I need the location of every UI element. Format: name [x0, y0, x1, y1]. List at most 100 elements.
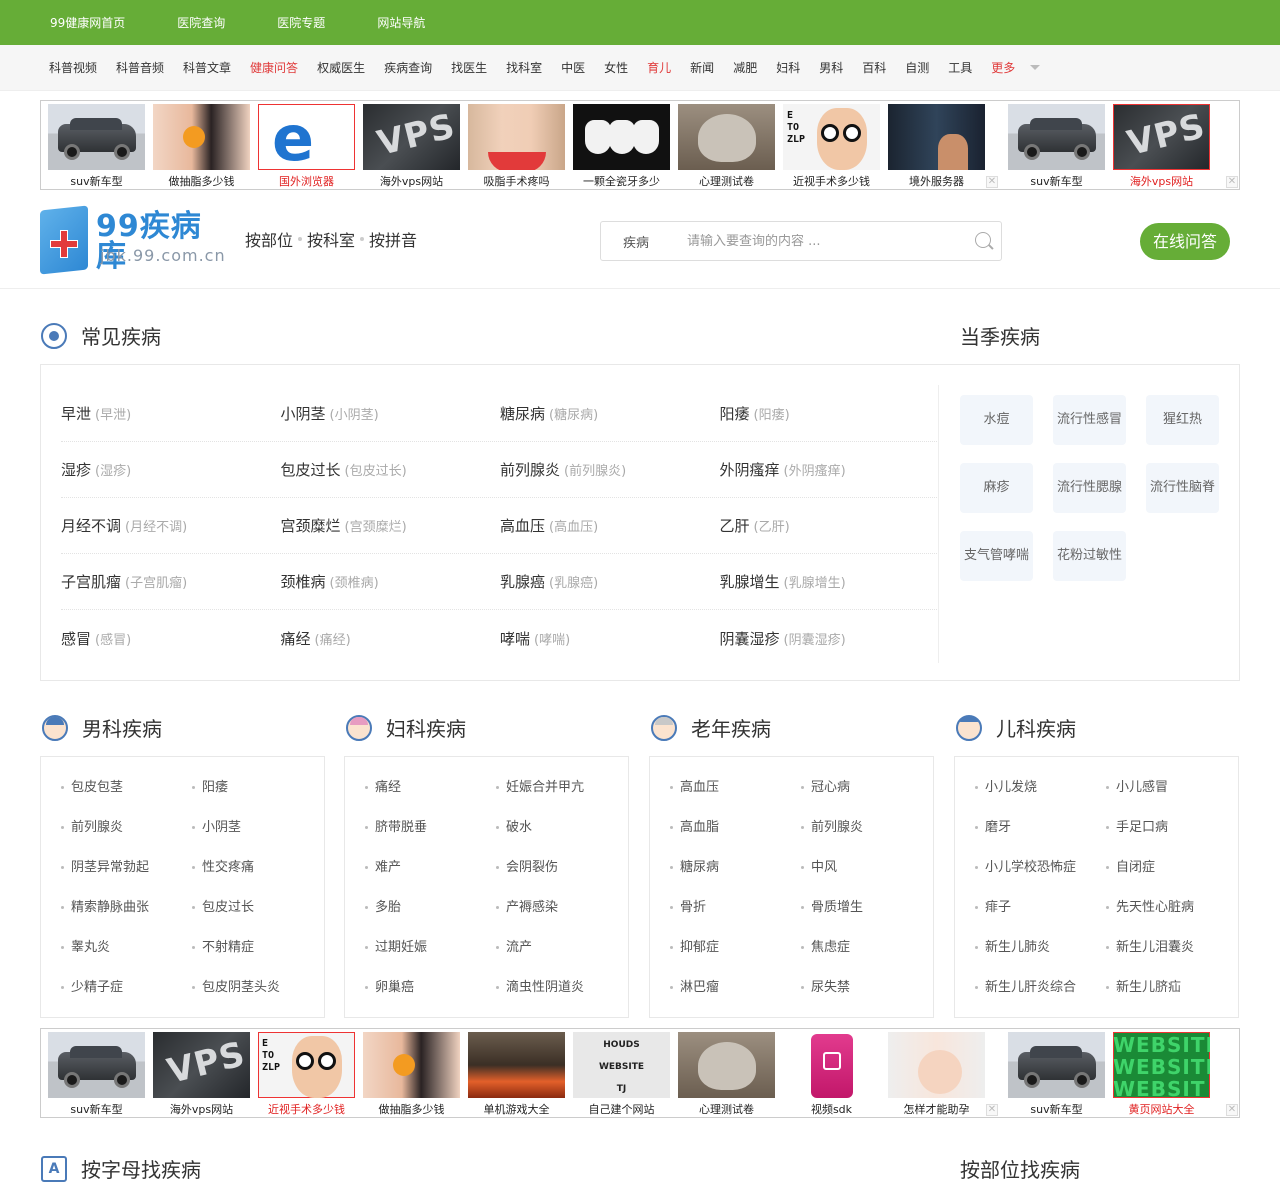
ad-close-icon[interactable]: ✕ — [986, 1104, 998, 1116]
ad-caption[interactable]: 近视手术多少钱 — [793, 173, 870, 189]
ad-caption[interactable]: 海外vps网站 — [170, 1101, 233, 1117]
disease-link[interactable]: 乙肝 (乙肝) — [720, 515, 940, 536]
online-ask-button[interactable]: 在线问答 — [1140, 223, 1230, 260]
disease-link[interactable]: 新生儿肺炎 — [975, 928, 1106, 968]
nav-link[interactable]: 疾病查询 — [384, 59, 432, 76]
ad-item[interactable]: suv新车型 — [44, 101, 149, 189]
ad-caption[interactable]: 一颗全瓷牙多少 — [583, 173, 660, 189]
ad-item[interactable]: VPS 海外vps网站 — [1109, 101, 1214, 189]
disease-link[interactable]: 手足口病 — [1106, 808, 1237, 848]
disease-link[interactable]: 包皮包茎 — [61, 768, 192, 808]
search-input[interactable] — [671, 233, 965, 249]
nav-link[interactable]: 中医 — [561, 59, 585, 76]
disease-link[interactable]: 骨质增生 — [801, 888, 932, 928]
disease-link[interactable]: 小儿学校恐怖症 — [975, 848, 1106, 888]
disease-link[interactable]: 多胎 — [365, 888, 496, 928]
disease-link[interactable]: 过期妊娠 — [365, 928, 496, 968]
ad-item[interactable]: 一颗全瓷牙多少 — [569, 101, 674, 189]
disease-link[interactable]: 包皮阴茎头炎 — [192, 968, 323, 1008]
disease-link[interactable]: 哮喘 (哮喘) — [500, 628, 720, 649]
nav-link[interactable]: 更多 — [991, 59, 1015, 76]
ad-caption[interactable]: 吸脂手术疼吗 — [484, 173, 550, 189]
seasonal-disease-chip[interactable]: 支气管哮喘 — [960, 531, 1033, 581]
disease-link[interactable]: 阴囊湿疹 (阴囊湿疹) — [720, 628, 940, 649]
ad-caption[interactable]: 做抽脂多少钱 — [379, 1101, 445, 1117]
nav-link[interactable]: 科普视频 — [49, 59, 97, 76]
disease-link[interactable]: 包皮过长 (包皮过长) — [281, 459, 501, 480]
browse-by-pinyin[interactable]: 按拼音 — [369, 227, 417, 251]
disease-link[interactable]: 乳腺癌 (乳腺癌) — [500, 571, 720, 592]
search-type-select[interactable]: 疾病 — [601, 232, 671, 251]
ad-close-icon[interactable]: ✕ — [1226, 176, 1238, 188]
disease-link[interactable]: 先天性心脏病 — [1106, 888, 1237, 928]
chevron-down-icon[interactable] — [1030, 65, 1041, 70]
disease-link[interactable]: 前列腺炎 — [61, 808, 192, 848]
nav-link[interactable]: 健康问答 — [250, 59, 298, 76]
ad-caption[interactable]: 心理测试卷 — [699, 1101, 754, 1117]
disease-link[interactable]: 感冒 (感冒) — [61, 628, 281, 649]
nav-link[interactable]: 自测 — [905, 59, 929, 76]
disease-link[interactable]: 脐带脱垂 — [365, 808, 496, 848]
disease-link[interactable]: 宫颈糜烂 (宫颈糜烂) — [281, 515, 501, 536]
ad-item[interactable]: VPS 海外vps网站 — [359, 101, 464, 189]
disease-link[interactable]: 痱子 — [975, 888, 1106, 928]
disease-link[interactable]: 小阴茎 — [192, 808, 323, 848]
nav-link[interactable]: 科普文章 — [183, 59, 231, 76]
nav-link[interactable]: 找科室 — [506, 59, 542, 76]
disease-link[interactable]: 自闭症 — [1106, 848, 1237, 888]
ad-caption[interactable]: suv新车型 — [1030, 173, 1082, 189]
seasonal-disease-chip[interactable]: 花粉过敏性 — [1053, 531, 1126, 581]
disease-link[interactable]: 流产 — [496, 928, 627, 968]
nav-link[interactable]: 科普音频 — [116, 59, 164, 76]
browse-by-department[interactable]: 按科室 — [307, 227, 355, 251]
disease-link[interactable]: 痛经 (痛经) — [281, 628, 501, 649]
top-link[interactable]: 网站导航 — [377, 14, 425, 31]
nav-link[interactable]: 女性 — [604, 59, 628, 76]
ad-item[interactable]: 做抽脂多少钱 — [359, 1029, 464, 1117]
disease-link[interactable]: 精索静脉曲张 — [61, 888, 192, 928]
ad-caption[interactable]: 境外服务器 — [909, 173, 964, 189]
disease-link[interactable]: 月经不调 (月经不调) — [61, 515, 281, 536]
ad-caption[interactable]: 做抽脂多少钱 — [169, 173, 235, 189]
browse-by-body-part[interactable]: 按部位 — [245, 227, 293, 251]
search-icon[interactable] — [965, 223, 1001, 259]
disease-link[interactable]: 不射精症 — [192, 928, 323, 968]
disease-link[interactable]: 产褥感染 — [496, 888, 627, 928]
ad-item[interactable]: VPS 海外vps网站 — [149, 1029, 254, 1117]
ad-item[interactable]: suv新车型 — [1004, 101, 1109, 189]
disease-link[interactable]: 子宫肌瘤 (子宫肌瘤) — [61, 571, 281, 592]
disease-link[interactable]: 高血压 (高血压) — [500, 515, 720, 536]
ad-close-icon[interactable]: ✕ — [1226, 1104, 1238, 1116]
nav-link[interactable]: 妇科 — [776, 59, 800, 76]
disease-link[interactable]: 痛经 — [365, 768, 496, 808]
disease-link[interactable]: 难产 — [365, 848, 496, 888]
ad-caption[interactable]: 海外vps网站 — [380, 173, 443, 189]
disease-link[interactable]: 小儿感冒 — [1106, 768, 1237, 808]
ad-item[interactable]: 心理测试卷 — [674, 1029, 779, 1117]
ad-item[interactable]: suv新车型 — [44, 1029, 149, 1117]
nav-link[interactable]: 育儿 — [647, 59, 671, 76]
disease-link[interactable]: 前列腺炎 — [801, 808, 932, 848]
top-link[interactable]: 医院查询 — [177, 14, 225, 31]
site-logo[interactable]: 99疾病库 jbk.99.com.cn — [40, 205, 230, 275]
disease-link[interactable]: 抑郁症 — [670, 928, 801, 968]
nav-link[interactable]: 权威医生 — [317, 59, 365, 76]
disease-link[interactable]: 卵巢癌 — [365, 968, 496, 1008]
ad-caption[interactable]: 自己建个网站 — [589, 1101, 655, 1117]
disease-link[interactable]: 新生儿肝炎综合 — [975, 968, 1106, 1008]
disease-link[interactable]: 新生儿泪囊炎 — [1106, 928, 1237, 968]
seasonal-disease-chip[interactable]: 猩红热 — [1146, 395, 1219, 445]
disease-link[interactable]: 阳痿 (阳痿) — [720, 403, 940, 424]
disease-link[interactable]: 少精子症 — [61, 968, 192, 1008]
disease-link[interactable]: 高血压 — [670, 768, 801, 808]
ad-caption[interactable]: 近视手术多少钱 — [268, 1101, 345, 1117]
disease-link[interactable]: 外阴瘙痒 (外阴瘙痒) — [720, 459, 940, 480]
disease-link[interactable]: 小阴茎 (小阴茎) — [281, 403, 501, 424]
ad-caption[interactable]: 国外浏览器 — [279, 173, 334, 189]
ad-caption[interactable]: suv新车型 — [1030, 1101, 1082, 1117]
seasonal-disease-chip[interactable]: 流行性脑脊 — [1146, 463, 1219, 513]
ad-item[interactable]: E TO ZLP 近视手术多少钱 — [254, 1029, 359, 1117]
ad-item[interactable]: E TO ZLP 近视手术多少钱 — [779, 101, 884, 189]
ad-close-icon[interactable]: ✕ — [986, 176, 998, 188]
disease-link[interactable]: 糖尿病 (糖尿病) — [500, 403, 720, 424]
